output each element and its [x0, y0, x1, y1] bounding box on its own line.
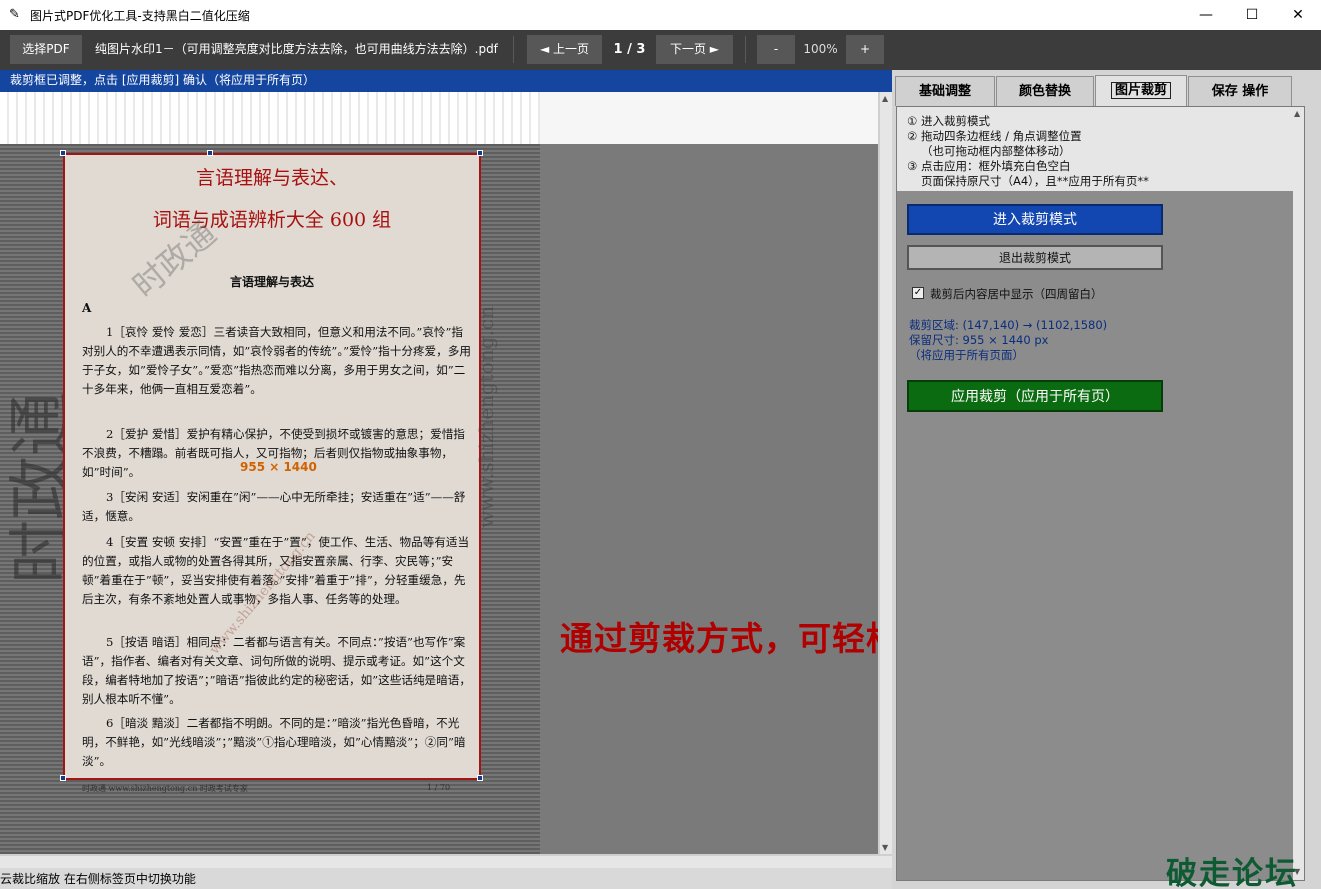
- tab-image-crop-label: 图片裁剪: [1110, 82, 1171, 99]
- scroll-up-icon[interactable]: ▲: [882, 94, 888, 103]
- instruction-step3-note: 页面保持原尺寸（A4），且**应用于所有页**: [921, 174, 1149, 188]
- toolbar-divider: [745, 36, 746, 63]
- tab-image-crop[interactable]: 图片裁剪: [1095, 75, 1187, 107]
- doc-paragraph: 1［哀怜 爱怜 爱恋］三者读音大致相同，但意义和用法不同。”哀怜”指对别人的不幸…: [82, 325, 471, 396]
- next-page-button[interactable]: 下一页 ►: [656, 35, 733, 64]
- tab-save[interactable]: 保存 操作: [1188, 76, 1292, 106]
- apply-scope-info: （将应用于所有页面）: [909, 348, 1024, 362]
- maximize-button[interactable]: ☐: [1229, 0, 1275, 30]
- keep-size-info: 保留尺寸: 955 × 1440 px: [909, 333, 1049, 347]
- app-window: ✎ 图片式PDF优化工具-支持黑白二值化压缩 — ☐ ✕ 选择PDF 纯图片水印…: [0, 0, 1321, 889]
- doc-paragraph: 6［暗淡 黯淡］二者都指不明朗。不同的是：”暗淡”指光色昏暗，不光明，不鲜艳，如…: [82, 716, 466, 768]
- canvas-horizontal-scrollbar[interactable]: [0, 856, 892, 868]
- title-bar: ✎ 图片式PDF优化工具-支持黑白二值化压缩 — ☐ ✕: [0, 0, 1321, 30]
- center-content-label: 裁剪后内容居中显示（四周留白）: [930, 287, 1103, 301]
- close-button[interactable]: ✕: [1275, 0, 1321, 30]
- panel-scrollbar[interactable]: ▲ ▼: [1293, 107, 1304, 880]
- zoom-level: 100%: [803, 42, 838, 56]
- crop-handle-top[interactable]: [207, 150, 213, 156]
- crop-instructions-area: ① 进入裁剪模式 ② 拖动四条边框线 / 角点调整位置 （也可拖动框内部整体移动…: [897, 107, 1304, 191]
- crop-mask-top-pattern: [0, 92, 540, 144]
- toolbar: 选择PDF 纯图片水印1－（可用调整亮度对比度方法去除，也可用曲线方法去除）.p…: [0, 30, 1321, 70]
- overlay-caption: 通过剪裁方式，可轻松去除PDF页眉页脚水印: [560, 619, 878, 658]
- doc-title-line2: 词语与成语辨析大全 600 组: [152, 209, 392, 231]
- scroll-down-icon[interactable]: ▼: [882, 843, 888, 852]
- instruction-step1: ① 进入裁剪模式: [907, 114, 990, 128]
- doc-paragraph: 3［安闲 安适］安闲重在”闲”——心中无所牵挂；安适重在”适”——舒适，惬意。: [82, 490, 466, 523]
- right-panel: 基础调整 颜色替换 图片裁剪 保存 操作 ① 进入裁剪模式 ② 拖动四条边框线 …: [892, 70, 1321, 889]
- crop-handle-top-left[interactable]: [60, 150, 66, 156]
- doc-section-letter: A: [82, 301, 92, 315]
- tab-basic-adjust[interactable]: 基础调整: [895, 76, 995, 106]
- canvas-vertical-scrollbar[interactable]: ▲ ▼: [880, 92, 892, 854]
- select-pdf-button[interactable]: 选择PDF: [10, 35, 82, 64]
- scroll-up-icon[interactable]: ▲: [1294, 109, 1300, 118]
- bottom-status-text: 云裁比缩放 在右侧标签页中切换功能: [0, 868, 892, 889]
- filename-label: 纯图片水印1－（可用调整亮度对比度方法去除，也可用曲线方法去除）.pdf: [95, 42, 498, 56]
- tab-color-replace[interactable]: 颜色替换: [996, 76, 1094, 106]
- exit-crop-mode-button[interactable]: 退出裁剪模式: [907, 245, 1163, 270]
- crop-handle-bottom-right[interactable]: [477, 775, 483, 781]
- prev-page-button[interactable]: ◄ 上一页: [527, 35, 602, 64]
- toolbar-divider: [513, 36, 514, 63]
- forum-logo: 破走论坛: [1166, 856, 1298, 889]
- zoom-out-button[interactable]: -: [757, 35, 795, 64]
- feather-icon: ✎: [9, 7, 20, 22]
- crop-dimension-label: 955 × 1440: [240, 460, 317, 474]
- watermark-url-vertical: www.shizhengtong.cn: [474, 305, 499, 529]
- page-indicator: 1 / 3: [613, 42, 646, 57]
- zoom-in-button[interactable]: +: [846, 35, 884, 64]
- instruction-step3: ③ 点击应用：框外填充白色空白: [907, 159, 1071, 173]
- crop-panel: ① 进入裁剪模式 ② 拖动四条边框线 / 角点调整位置 （也可拖动框内部整体移动…: [896, 106, 1305, 881]
- center-content-checkbox[interactable]: ✓: [912, 287, 924, 299]
- doc-footer-left: 时政通 www.shizhengtong.cn 时政考试专家: [82, 784, 248, 793]
- status-message: 裁剪框已调整，点击 [应用裁剪] 确认（将应用于所有页）: [0, 70, 892, 92]
- preview-canvas[interactable]: 时政通 言语理解与表达、 词语与成语辨析大全 600 组 言语理解与表达 A 1…: [0, 92, 878, 854]
- crop-handle-bottom-left[interactable]: [60, 775, 66, 781]
- window-title: 图片式PDF优化工具-支持黑白二值化压缩: [30, 9, 250, 23]
- doc-title-line1: 言语理解与表达、: [195, 167, 348, 189]
- apply-crop-button[interactable]: 应用裁剪（应用于所有页）: [907, 380, 1163, 412]
- doc-paragraph: 5［按语 暗语］相同点：二者都与语言有关。不同点：”按语”也写作”案语”，指作者…: [82, 635, 471, 706]
- enter-crop-mode-button[interactable]: 进入裁剪模式: [907, 204, 1163, 235]
- minimize-button[interactable]: —: [1183, 0, 1229, 30]
- instruction-step2: ② 拖动四条边框线 / 角点调整位置: [907, 129, 1082, 143]
- crop-area-info: 裁剪区域: (147,140) → (1102,1580): [909, 318, 1108, 332]
- crop-handle-top-right[interactable]: [477, 150, 483, 156]
- doc-footer-page: 1 / 70: [427, 783, 451, 792]
- instruction-step2-note: （也可拖动框内部整体移动）: [921, 144, 1071, 158]
